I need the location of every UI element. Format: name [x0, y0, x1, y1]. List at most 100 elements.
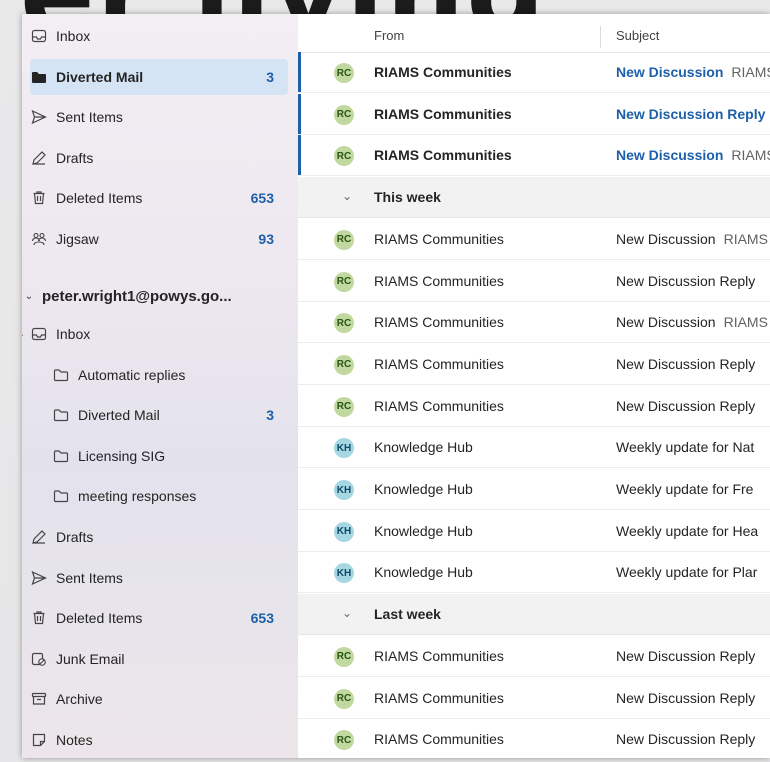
subject-text: New Discussion — [616, 314, 716, 331]
avatar: RC — [334, 229, 354, 250]
folder-label: Jigsaw — [56, 230, 99, 247]
mail-window: Inbox Diverted Mail 3 Sent Items Drafts Delet… — [22, 14, 770, 758]
avatar: KH — [334, 521, 354, 542]
message-row[interactable]: RC RIAMS Communities New Discussion RIAMS — [298, 52, 770, 93]
group-label: Last week — [374, 606, 441, 623]
trash-icon — [30, 189, 48, 207]
account-email: peter.wright1@powys.go... — [42, 287, 232, 305]
archive-icon — [30, 690, 48, 708]
chevron-down-icon[interactable]: ⌄ — [342, 606, 352, 620]
avatar: RC — [334, 313, 354, 334]
column-from[interactable]: From — [374, 28, 404, 43]
folder-label: Archive — [56, 691, 103, 708]
folder-junk-email[interactable]: Junk Email — [30, 641, 288, 677]
message-row[interactable]: KH Knowledge Hub Weekly update for Hea — [298, 511, 770, 552]
message-subject: New Discussion RIAMS — [616, 314, 770, 330]
message-sender: RIAMS Communities — [374, 105, 512, 122]
message-subject: New Discussion Reply — [616, 106, 770, 122]
message-row[interactable]: RC RIAMS Communities New Discussion Reply — [298, 386, 770, 427]
column-divider[interactable] — [600, 26, 601, 48]
message-sender: RIAMS Communities — [374, 355, 504, 372]
message-row[interactable]: RC RIAMS Communities New Discussion RIAMS — [298, 219, 770, 260]
message-subject: Weekly update for Fre — [616, 481, 770, 497]
subject-text: New Discussion Reply — [616, 689, 756, 706]
folder-icon — [52, 487, 70, 505]
message-subject: Weekly update for Plar — [616, 564, 770, 580]
folder-label: Licensing SIG — [78, 447, 166, 464]
pencil-icon — [30, 149, 48, 167]
folder-icon — [52, 366, 70, 384]
folder-licensing-sig[interactable]: Licensing SIG — [52, 438, 288, 474]
message-row[interactable]: KH Knowledge Hub Weekly update for Nat — [298, 427, 770, 469]
avatar: KH — [334, 438, 354, 459]
subject-text: Weekly update for Nat — [616, 439, 755, 456]
unread-count: 653 — [250, 190, 274, 206]
message-sender: Knowledge Hub — [374, 439, 473, 456]
message-row[interactable]: RC RIAMS Communities New Discussion Reply — [298, 93, 770, 135]
message-row[interactable]: KH Knowledge Hub Weekly update for Fre — [298, 469, 770, 510]
folder-label: Sent Items — [56, 109, 123, 125]
message-sender: RIAMS Communities — [374, 647, 504, 664]
message-row[interactable]: RC RIAMS Communities New Discussion Reply — [298, 636, 770, 677]
folder-deleted-items[interactable]: Deleted Items 653 — [30, 600, 288, 636]
folder-archive[interactable]: Archive — [30, 681, 288, 717]
chevron-down-icon[interactable]: ⌄ — [22, 329, 28, 340]
message-row[interactable]: KH Knowledge Hub Weekly update for Plar — [298, 552, 770, 594]
message-row[interactable]: RC RIAMS Communities New Discussion RIAMS — [298, 135, 770, 177]
folder-label: Deleted Items — [56, 610, 143, 627]
folder-sent-items[interactable]: Sent Items — [30, 99, 288, 135]
message-list: From Subject RC RIAMS Communities New Disc… — [298, 14, 770, 758]
send-icon — [30, 108, 48, 126]
folder-label: Drafts — [56, 149, 94, 166]
avatar: RC — [334, 271, 354, 292]
column-subject[interactable]: Subject — [616, 28, 659, 43]
folder-icon — [52, 406, 70, 424]
message-preview: RIAMS — [723, 314, 768, 331]
inbox-icon — [30, 27, 48, 45]
chevron-down-icon[interactable]: ⌄ — [22, 291, 36, 302]
group-this-week[interactable]: ⌄ This week — [298, 177, 770, 219]
message-sender: RIAMS Communities — [374, 230, 504, 247]
account-header[interactable]: ⌄ peter.wright1@powys.go... — [22, 278, 292, 314]
folder-diverted-mail[interactable]: Diverted Mail 3 — [30, 58, 288, 95]
folder-icon — [52, 447, 70, 465]
message-sender: RIAMS Communities — [374, 64, 512, 80]
folder-drafts[interactable]: Drafts — [30, 140, 288, 176]
folder-meeting-responses[interactable]: meeting responses — [52, 478, 288, 514]
note-icon — [30, 731, 48, 749]
folder-deleted-items[interactable]: Deleted Items 653 — [30, 180, 288, 216]
message-row[interactable]: RC RIAMS Communities New Discussion RIAMS — [298, 302, 770, 344]
message-sender: Knowledge Hub — [374, 481, 473, 497]
message-row[interactable]: RC RIAMS Communities New Discussion Reply — [298, 261, 770, 302]
message-subject: Weekly update for Hea — [616, 523, 770, 539]
folder-jigsaw[interactable]: Jigsaw 93 — [30, 221, 288, 257]
message-row[interactable]: RC RIAMS Communities New Discussion Reply — [298, 719, 770, 758]
chevron-down-icon[interactable]: ⌄ — [342, 189, 352, 203]
folder-inbox[interactable]: ⌄ Inbox — [22, 316, 288, 352]
column-header: From Subject — [298, 20, 770, 53]
group-last-week[interactable]: ⌄ Last week — [298, 594, 770, 636]
message-row[interactable]: RC RIAMS Communities New Discussion Reply — [298, 678, 770, 719]
folder-automatic-replies[interactable]: Automatic replies — [52, 357, 288, 393]
folder-diverted-mail[interactable]: Diverted Mail 3 — [52, 397, 288, 433]
message-subject: New Discussion Reply — [616, 273, 770, 289]
message-sender: Knowledge Hub — [374, 564, 473, 581]
subject-text: New Discussion — [616, 64, 724, 80]
message-sender: Knowledge Hub — [374, 522, 473, 539]
message-row[interactable]: RC RIAMS Communities New Discussion Reply — [298, 344, 770, 385]
folder-drafts[interactable]: Drafts — [30, 519, 288, 555]
avatar: RC — [334, 688, 354, 709]
folder-label: Deleted Items — [56, 190, 143, 206]
message-subject: New Discussion RIAMS — [616, 147, 770, 163]
folder-label: Notes — [56, 732, 93, 748]
avatar: KH — [334, 480, 354, 500]
message-sender: RIAMS Communities — [374, 272, 504, 289]
folder-notes[interactable]: Notes — [30, 722, 288, 758]
folder-pane: Inbox Diverted Mail 3 Sent Items Drafts Delet… — [22, 14, 298, 758]
avatar: RC — [334, 396, 354, 417]
trash-icon — [30, 609, 48, 627]
unread-indicator — [298, 52, 301, 92]
folder-sent-items[interactable]: Sent Items — [30, 560, 288, 596]
folder-inbox[interactable]: Inbox — [30, 18, 288, 54]
folder-label: Inbox — [56, 326, 91, 342]
